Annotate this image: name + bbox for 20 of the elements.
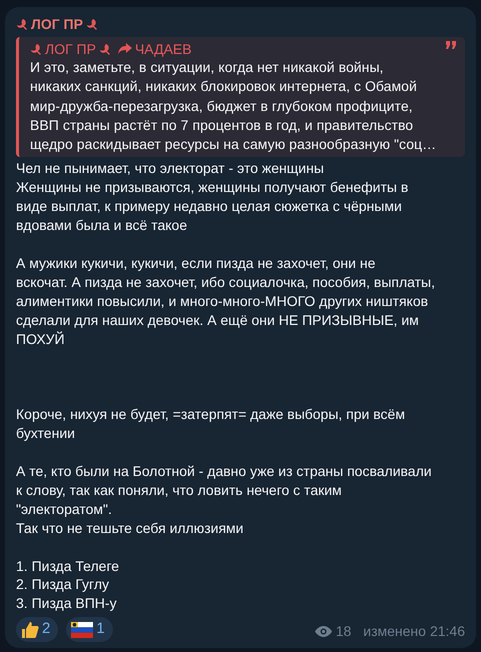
flag-icon <box>71 622 94 638</box>
reaction-button[interactable]: 2 <box>16 617 58 642</box>
view-count: 18 <box>336 622 352 642</box>
sickle-icon <box>30 43 42 55</box>
quote-source: ЧАДАЕВ <box>134 40 192 58</box>
thumbs-up-icon <box>21 620 39 639</box>
message-text: Чел не пынимает, что электорат - это женщины Женщины не призываются, женщины получают бенефиты в виде выплат, к примеру недавно целая сюжетка с чёрными вдовами была и всё такое А мужики кукичи, кукичи, если пизда не захочет, они не вскочат. А пизда не захочет, ибо социалочка, пособия, выплаты, алиментики повысили, и много-много-МНОГО других ништяков сделали для наших девочек. А ещё они НЕ ПРИЗЫВНЫЕ, им ПОХУЙ Короче, нихуя не будет, =затерпят= даже выборы, при всём бухтении А те, кто были на Болотной - давно уже из страны посваливали к слову, так как поняли, что ловить нечего с таким "электоратом". Так что не тешьте себя иллюзиями 1. Пизда Телеге 2. Пизда Гуглу 3. Пизда ВПН-у <box>16 159 436 614</box>
edited-label: изменено <box>363 622 426 642</box>
quote-icon <box>446 41 457 49</box>
quote-block[interactable] <box>16 37 465 158</box>
message-time: 21:46 <box>430 622 465 642</box>
forward-icon <box>118 43 132 55</box>
author-name: ЛОГ ПР <box>31 15 83 33</box>
sickle-icon <box>86 18 98 30</box>
sickle-icon <box>16 18 28 30</box>
quote-author: ЛОГ ПР <box>45 40 96 58</box>
reaction-button[interactable]: 1 <box>66 617 113 642</box>
eye-icon <box>314 626 332 638</box>
quote-text: И это, заметьте, в ситуации, когда нет никакой войны, никаких санкций, никаких блокировок интернета, с Обамой мир-дружба-перезагрузка, бюджет в глубоком профиците, ВВП страны растёт по 7 процентов в год, и правительство щедро раскидывает ресурсы на самую разнообразную "соц… <box>30 58 438 154</box>
sickle-icon <box>98 43 111 55</box>
